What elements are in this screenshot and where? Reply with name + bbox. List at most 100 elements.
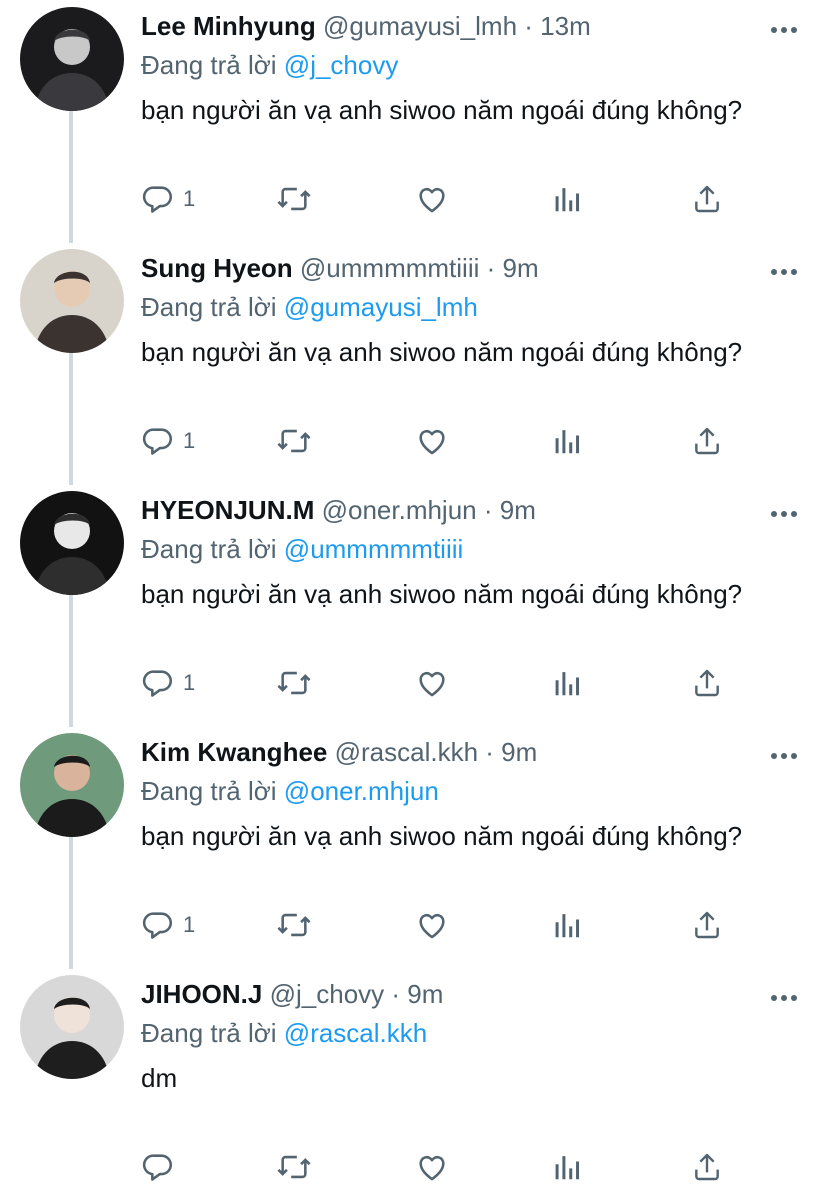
display-name[interactable]: Sung Hyeon — [141, 253, 293, 283]
display-name[interactable]: JIHOON.J — [141, 979, 262, 1009]
separator-dot: · — [476, 495, 500, 525]
avatar[interactable] — [20, 7, 124, 111]
like-button[interactable] — [415, 179, 449, 219]
reply-button[interactable]: 1 — [141, 179, 195, 219]
views-button[interactable] — [553, 421, 583, 461]
mention-link[interactable]: @rascal.kkh — [284, 1018, 427, 1048]
retweet-button[interactable] — [275, 1147, 313, 1187]
tweet-actions — [141, 1147, 741, 1187]
mention-link[interactable]: @gumayusi_lmh — [284, 292, 478, 322]
retweet-icon — [275, 182, 313, 216]
tweet-header: Lee Minhyung @gumayusi_lmh · 13m — [141, 6, 768, 46]
views-button[interactable] — [553, 1147, 583, 1187]
mention-link[interactable]: @ummmmmtiiii — [284, 534, 463, 564]
user-handle[interactable]: @j_chovy — [270, 979, 385, 1009]
like-button[interactable] — [415, 905, 449, 945]
reply-icon — [141, 908, 175, 942]
reply-button[interactable]: 1 — [141, 663, 195, 703]
reply-icon — [141, 1150, 175, 1184]
share-button[interactable] — [691, 663, 723, 703]
views-button[interactable] — [553, 663, 583, 703]
timestamp[interactable]: 13m — [540, 11, 591, 41]
user-handle[interactable]: @oner.mhjun — [322, 495, 477, 525]
timestamp[interactable]: 9m — [503, 253, 539, 283]
retweet-button[interactable] — [275, 905, 313, 945]
timestamp[interactable]: 9m — [500, 495, 536, 525]
views-button[interactable] — [553, 905, 583, 945]
display-name[interactable]: HYEONJUN.M — [141, 495, 314, 525]
display-name[interactable]: Kim Kwanghee — [141, 737, 327, 767]
thread-line — [69, 350, 73, 485]
share-button[interactable] — [691, 1147, 723, 1187]
reply-button[interactable]: 1 — [141, 905, 195, 945]
tweet-header: JIHOON.J @j_chovy · 9m — [141, 974, 768, 1014]
avatar[interactable] — [20, 249, 124, 353]
separator-dot: · — [384, 979, 408, 1009]
tweet-actions: 1 — [141, 179, 741, 219]
tweet-header: HYEONJUN.M @oner.mhjun · 9m — [141, 490, 768, 530]
user-handle[interactable]: @ummmmmtiiii — [300, 253, 479, 283]
retweet-button[interactable] — [275, 421, 313, 461]
tweet-text: bạn người ăn vạ anh siwoo năm ngoái đúng… — [141, 821, 743, 851]
replying-to-label: Đang trả lời — [141, 292, 277, 322]
avatar[interactable] — [20, 491, 124, 595]
share-icon — [691, 666, 723, 700]
user-handle[interactable]: @rascal.kkh — [335, 737, 478, 767]
views-icon — [553, 908, 583, 942]
like-button[interactable] — [415, 1147, 449, 1187]
separator-dot: · — [479, 253, 503, 283]
like-icon — [415, 424, 449, 458]
mention-link[interactable]: @j_chovy — [284, 50, 399, 80]
more-icon[interactable] — [770, 747, 798, 759]
mention-link[interactable]: @oner.mhjun — [284, 776, 439, 806]
share-button[interactable] — [691, 421, 723, 461]
like-icon — [415, 666, 449, 700]
retweet-icon — [275, 1150, 313, 1184]
more-icon[interactable] — [770, 989, 798, 1001]
tweet-actions: 1 — [141, 663, 741, 703]
views-icon — [553, 666, 583, 700]
retweet-icon — [275, 908, 313, 942]
replying-to: Đang trả lời @ummmmmtiiii — [141, 531, 463, 567]
tweet-text: bạn người ăn vạ anh siwoo năm ngoái đúng… — [141, 579, 743, 609]
more-icon[interactable] — [770, 21, 798, 33]
like-button[interactable] — [415, 663, 449, 703]
thread-line — [69, 108, 73, 243]
replying-to: Đang trả lời @oner.mhjun — [141, 773, 439, 809]
avatar[interactable] — [20, 733, 124, 837]
tweet-text: bạn người ăn vạ anh siwoo năm ngoái đúng… — [141, 95, 743, 125]
user-handle[interactable]: @gumayusi_lmh — [323, 11, 517, 41]
tweet-header: Sung Hyeon @ummmmmtiiii · 9m — [141, 248, 768, 288]
timestamp[interactable]: 9m — [407, 979, 443, 1009]
reply-button[interactable]: 1 — [141, 421, 195, 461]
share-button[interactable] — [691, 179, 723, 219]
share-button[interactable] — [691, 905, 723, 945]
replying-to: Đang trả lời @gumayusi_lmh — [141, 289, 478, 325]
retweet-button[interactable] — [275, 179, 313, 219]
reply-icon — [141, 182, 175, 216]
like-icon — [415, 182, 449, 216]
retweet-icon — [275, 666, 313, 700]
reply-button[interactable] — [141, 1147, 183, 1187]
timestamp[interactable]: 9m — [501, 737, 537, 767]
more-icon[interactable] — [770, 505, 798, 517]
share-icon — [691, 424, 723, 458]
replying-to-label: Đang trả lời — [141, 534, 277, 564]
tweet-header: Kim Kwanghee @rascal.kkh · 9m — [141, 732, 768, 772]
display-name[interactable]: Lee Minhyung — [141, 11, 316, 41]
reply-count: 1 — [183, 670, 196, 695]
like-icon — [415, 908, 449, 942]
more-icon[interactable] — [770, 263, 798, 275]
replying-to-label: Đang trả lời — [141, 1018, 277, 1048]
separator-dot: · — [478, 737, 502, 767]
tweet-text: dm — [141, 1063, 178, 1093]
share-icon — [691, 908, 723, 942]
like-button[interactable] — [415, 421, 449, 461]
replying-to-label: Đang trả lời — [141, 776, 277, 806]
retweet-button[interactable] — [275, 663, 313, 703]
tweet-actions: 1 — [141, 905, 741, 945]
avatar[interactable] — [20, 975, 124, 1079]
retweet-icon — [275, 424, 313, 458]
views-button[interactable] — [553, 179, 583, 219]
thread-line — [69, 834, 73, 969]
